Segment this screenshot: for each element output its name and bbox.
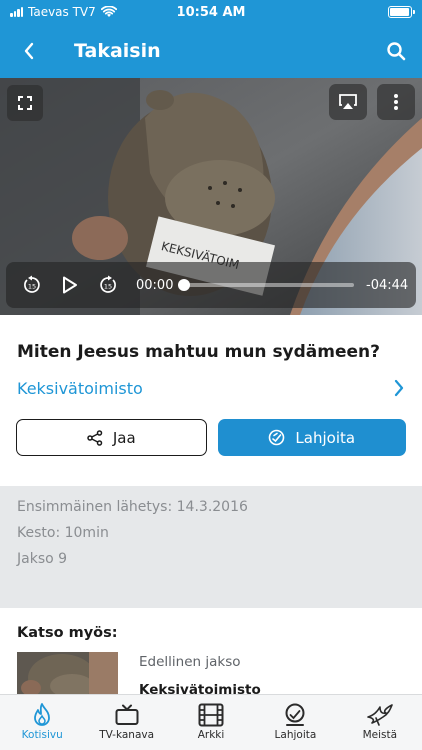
fullscreen-icon <box>18 96 32 110</box>
tab-archive-label: Arkki <box>197 729 225 741</box>
episode-title: Miten Jeesus mahtuu mun sydämeen? <box>17 342 381 362</box>
episode-meta: Ensimmäinen lähetys: 14.3.2016 Kesto: 10… <box>0 486 422 608</box>
remaining-time: -04:44 <box>366 277 409 293</box>
previous-episode-label[interactable]: Edellinen jakso <box>139 654 241 670</box>
more-options-button[interactable] <box>377 84 415 120</box>
duration: Kesto: 10min <box>17 525 109 541</box>
fullscreen-button[interactable] <box>7 85 43 121</box>
chevron-right-icon <box>394 379 404 397</box>
svg-text:15: 15 <box>28 283 36 291</box>
previous-episode-thumbnail[interactable] <box>17 652 118 694</box>
rewind-15-button[interactable]: 15 <box>16 262 48 308</box>
svg-text:15: 15 <box>104 283 112 291</box>
page-title[interactable]: Takaisin <box>58 40 370 62</box>
seek-bar-thumb[interactable] <box>178 279 190 291</box>
tv-icon <box>115 704 139 725</box>
battery-icon <box>388 6 415 18</box>
tab-tv-channel-label: TV-kanava <box>99 729 155 741</box>
flame-icon <box>34 703 51 726</box>
play-icon <box>63 276 77 294</box>
carrier-name: Taevas TV7 <box>28 5 96 19</box>
airplay-icon <box>339 94 357 109</box>
first-aired: Ensimmäinen lähetys: 14.3.2016 <box>17 499 248 515</box>
tab-archive[interactable]: Arkki <box>169 695 253 750</box>
dove-icon <box>367 704 393 726</box>
back-button[interactable] <box>0 24 58 78</box>
share-label: Jaa <box>112 428 136 447</box>
donate-icon <box>285 703 305 726</box>
status-bar: Taevas TV7 10:54 AM <box>0 0 422 24</box>
see-also-section: Katso myös: Edellinen jakso Keksivätoimi… <box>0 608 422 694</box>
video-player[interactable]: KEKSIVÄTOIM 15 15 00:00 -04:44 <box>0 78 422 315</box>
chevron-left-icon <box>24 42 34 60</box>
action-buttons: Jaa Lahjoita <box>16 419 406 456</box>
forward-15-icon: 15 <box>100 275 116 293</box>
current-time: 00:00 <box>136 277 174 293</box>
series-link[interactable]: Keksivätoimisto <box>17 379 393 398</box>
seek-bar[interactable] <box>178 279 354 291</box>
tab-home[interactable]: Kotisivu <box>0 695 84 750</box>
tab-about[interactable]: Meistä <box>338 695 422 750</box>
donate-icon <box>269 429 285 446</box>
see-also-title: Katso myös: <box>17 625 118 641</box>
play-button[interactable] <box>54 262 86 308</box>
tab-donate[interactable]: Lahjoita <box>253 695 337 750</box>
tab-bar: Kotisivu TV-kanava Arkki Lahjoita Meistä <box>0 694 422 750</box>
battery-fill <box>390 8 409 16</box>
tab-donate-label: Lahjoita <box>274 729 317 741</box>
forward-15-button[interactable]: 15 <box>92 262 124 308</box>
search-button[interactable] <box>370 24 422 78</box>
film-icon <box>198 703 224 727</box>
player-controls: 15 15 00:00 -04:44 <box>6 262 416 308</box>
series-link-row[interactable]: Keksivätoimisto <box>0 372 422 404</box>
airplay-button[interactable] <box>329 84 367 120</box>
rewind-15-icon: 15 <box>24 275 40 293</box>
search-icon <box>387 42 406 61</box>
donate-label: Lahjoita <box>295 428 356 447</box>
episode-number: Jakso 9 <box>17 551 68 567</box>
tab-tv-channel[interactable]: TV-kanava <box>84 695 168 750</box>
tab-home-label: Kotisivu <box>21 729 63 741</box>
thumbnail-image <box>17 652 118 694</box>
status-right <box>388 6 415 18</box>
donate-button[interactable]: Lahjoita <box>217 419 406 456</box>
share-button[interactable]: Jaa <box>16 419 207 456</box>
tab-about-label: Meistä <box>362 729 398 741</box>
signal-icon <box>10 7 23 17</box>
wifi-icon <box>100 6 117 17</box>
more-vertical-icon <box>394 94 398 110</box>
status-left: Taevas TV7 <box>10 5 388 19</box>
share-icon <box>87 429 103 446</box>
app-header: Takaisin <box>0 24 422 78</box>
previous-episode-series[interactable]: Keksivätoimisto <box>139 682 261 694</box>
